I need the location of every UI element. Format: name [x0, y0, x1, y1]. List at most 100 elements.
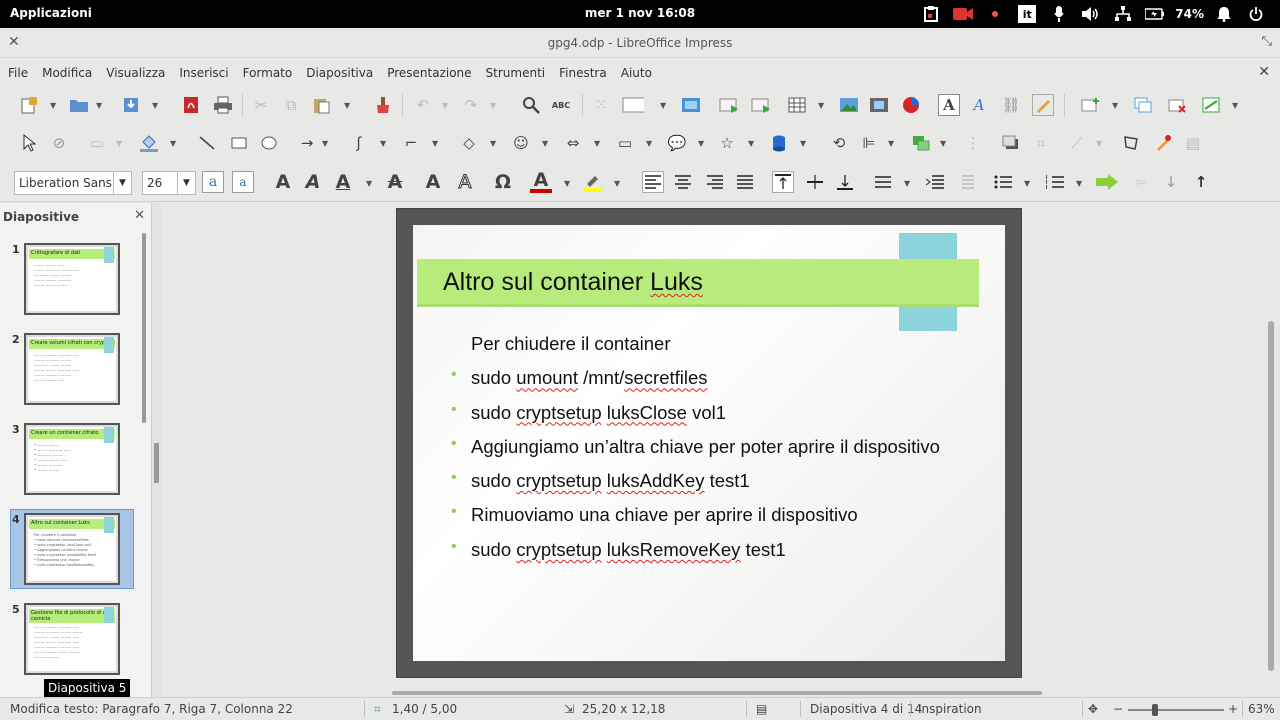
- clone-formatting-icon[interactable]: [372, 94, 394, 116]
- table-icon[interactable]: [786, 94, 808, 116]
- close-icon[interactable]: ✕: [134, 208, 145, 223]
- start-first-slide-icon[interactable]: [718, 94, 740, 116]
- spelling-icon[interactable]: ABC: [550, 94, 572, 116]
- toggle-extrusion-icon[interactable]: ▤: [1182, 132, 1204, 154]
- zoom-slider-handle[interactable]: [1152, 704, 1158, 716]
- slide-canvas[interactable]: Altro sul container Luks Per chiudere il…: [162, 203, 1266, 691]
- stars-banners-icon[interactable]: ☆: [716, 132, 738, 154]
- block-arrows-icon[interactable]: ⇔: [562, 132, 584, 154]
- basic-shapes-icon[interactable]: ◇: [458, 132, 480, 154]
- insert-fontwork-icon[interactable]: A: [968, 94, 990, 116]
- slide-thumbnail-2[interactable]: Creare volumi cifrati con cryptsetup ———…: [24, 333, 120, 405]
- points-icon[interactable]: [1120, 132, 1142, 154]
- move-down-icon[interactable]: ↓: [1160, 171, 1182, 193]
- find-replace-icon[interactable]: [520, 94, 542, 116]
- 3d-objects-icon[interactable]: [768, 132, 790, 154]
- export-pdf-icon[interactable]: [180, 94, 202, 116]
- notification-dot-icon[interactable]: [979, 3, 1011, 25]
- paste-icon[interactable]: [310, 94, 332, 116]
- menu-finestra[interactable]: Finestra: [559, 66, 607, 80]
- menu-inserisci[interactable]: Inserisci: [179, 66, 228, 80]
- align-top-icon[interactable]: [772, 171, 794, 193]
- chevron-down-icon[interactable]: ▼: [113, 172, 131, 194]
- font-name-box[interactable]: Liberation Sans ▼: [14, 171, 132, 195]
- slide-title-box[interactable]: Altro sul container Luks: [417, 259, 979, 307]
- bullets-icon[interactable]: [992, 171, 1014, 193]
- shadow-icon[interactable]: [1000, 132, 1022, 154]
- filter-icon[interactable]: ⟋: [1066, 132, 1088, 154]
- move-up-icon[interactable]: ↑: [1190, 171, 1212, 193]
- camera-icon[interactable]: [947, 3, 979, 25]
- cut-icon[interactable]: ✂: [250, 94, 272, 116]
- power-icon[interactable]: [1240, 3, 1272, 25]
- keyboard-layout-icon[interactable]: it: [1011, 3, 1043, 25]
- slide-pane-scrollbar[interactable]: [142, 233, 148, 693]
- object-distribution-icon[interactable]: ⋮: [962, 132, 984, 154]
- network-icon[interactable]: [1107, 3, 1139, 25]
- italic-icon[interactable]: A: [302, 171, 324, 193]
- horizontal-scrollbar[interactable]: [162, 689, 1266, 697]
- print-icon[interactable]: [212, 94, 234, 116]
- align-objects-icon[interactable]: ⊫: [858, 132, 880, 154]
- promote-icon[interactable]: ⇦: [1130, 171, 1152, 193]
- rectangle-tool-icon[interactable]: [228, 132, 250, 154]
- glue-points-icon[interactable]: [1152, 132, 1174, 154]
- bell-icon[interactable]: [1208, 3, 1240, 25]
- align-bottom-icon[interactable]: [834, 171, 856, 193]
- highlight-color-icon[interactable]: [582, 171, 604, 193]
- ellipse-tool-icon[interactable]: [258, 132, 280, 154]
- insert-chart-icon[interactable]: [900, 94, 922, 116]
- line-tool-icon[interactable]: [196, 132, 218, 154]
- callouts-icon[interactable]: 💬: [666, 132, 688, 154]
- menu-strumenti[interactable]: Strumenti: [486, 66, 546, 80]
- duplicate-slide-icon[interactable]: [1132, 94, 1154, 116]
- volume-icon[interactable]: [1075, 3, 1107, 25]
- slide[interactable]: Altro sul container Luks Per chiudere il…: [396, 208, 1022, 678]
- align-right-icon[interactable]: [704, 171, 726, 193]
- menu-presentazione[interactable]: Presentazione: [387, 66, 471, 80]
- fill-color-icon[interactable]: [138, 132, 160, 154]
- center-vertically-icon[interactable]: [804, 171, 826, 193]
- slide-thumbnail-4[interactable]: Altro sul container Luks Per chiudere il…: [24, 513, 120, 585]
- document-close-icon[interactable]: ✕: [1258, 64, 1270, 80]
- menu-formato[interactable]: Formato: [243, 66, 293, 80]
- new-document-icon[interactable]: [18, 94, 40, 116]
- fit-slide-icon[interactable]: ✥: [1088, 702, 1098, 716]
- undo-icon[interactable]: ↶: [412, 94, 434, 116]
- display-views-icon[interactable]: [622, 94, 644, 116]
- slide-thumbnail-3[interactable]: Creare un container cifrato • ——— ——— • —…: [24, 423, 120, 495]
- increase-font-icon[interactable]: a: [202, 171, 224, 193]
- insert-hyperlink-icon[interactable]: ⛓: [1000, 94, 1022, 116]
- menu-diapositiva[interactable]: Diapositiva: [306, 66, 373, 80]
- symbol-shapes-icon[interactable]: ☺: [510, 132, 532, 154]
- flowchart-icon[interactable]: ▭: [614, 132, 636, 154]
- menu-modifica[interactable]: Modifica: [42, 66, 92, 80]
- menu-file[interactable]: File: [8, 66, 28, 80]
- microphone-icon[interactable]: [1043, 3, 1075, 25]
- redo-icon[interactable]: ↷: [460, 94, 482, 116]
- window-restore-icon[interactable]: ⤡: [1262, 34, 1272, 49]
- zoom-level[interactable]: 63%: [1248, 702, 1275, 716]
- slide-thumbnail-5[interactable]: Gestione file di protocollo di una camic…: [24, 603, 120, 675]
- justify-icon[interactable]: [734, 171, 756, 193]
- align-center-icon[interactable]: [672, 171, 694, 193]
- slide-layout-icon[interactable]: [1200, 94, 1222, 116]
- bold-icon[interactable]: A: [272, 171, 294, 193]
- strikethrough-icon[interactable]: A: [384, 171, 406, 193]
- zoom-pan-icon[interactable]: ⊘: [48, 132, 70, 154]
- menu-visualizza[interactable]: Visualizza: [106, 66, 165, 80]
- delete-slide-icon[interactable]: [1166, 94, 1188, 116]
- align-left-icon[interactable]: [642, 171, 664, 193]
- font-size-box[interactable]: 26 ▼: [142, 171, 196, 195]
- show-draw-functions-icon[interactable]: [1032, 94, 1054, 116]
- pane-splitter[interactable]: [152, 203, 162, 697]
- arrange-icon[interactable]: [910, 132, 932, 154]
- master-slide-icon[interactable]: [680, 94, 702, 116]
- menu-aiuto[interactable]: Aiuto: [621, 66, 652, 80]
- underline-icon[interactable]: A: [332, 171, 354, 193]
- copy-icon[interactable]: ⧉: [280, 94, 302, 116]
- document-modified-icon[interactable]: ▤: [756, 702, 767, 716]
- shadow-text-icon[interactable]: A: [422, 171, 444, 193]
- special-character-icon[interactable]: Ω: [492, 171, 514, 193]
- slide-content-box[interactable]: Per chiudere il container sudo umount /m…: [451, 333, 1011, 573]
